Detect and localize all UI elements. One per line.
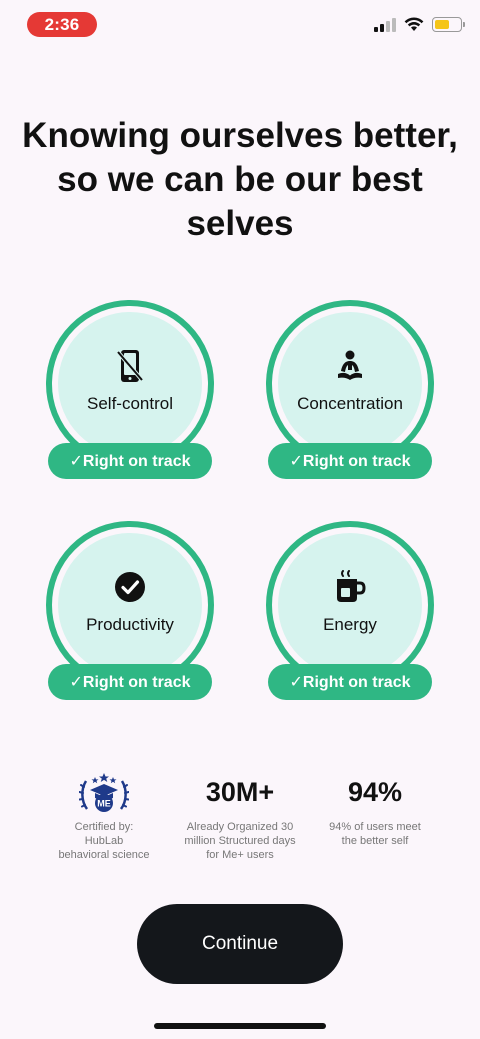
stat-value: 94% <box>347 777 403 807</box>
svg-text:ME: ME <box>97 798 111 808</box>
stat-desc-line: for Me+ users <box>206 849 274 861</box>
stat-value: 30M+ <box>205 777 275 807</box>
card-label: Self-control <box>87 394 173 413</box>
certified-badge-icon: ME <box>34 770 174 814</box>
stat-desc-line: HubLab <box>84 835 124 847</box>
stat-desc: Already Organized 30 million Structured … <box>170 820 310 862</box>
stat-desc-line: the better self <box>341 835 409 847</box>
status-bar: 2:36 <box>0 0 480 48</box>
status-time: 2:36 <box>27 12 97 37</box>
meditation-icon <box>332 348 368 384</box>
card-label: Concentration <box>297 394 403 413</box>
cellular-signal-icon <box>374 17 396 32</box>
continue-button[interactable]: Continue <box>137 904 343 984</box>
stat-certified: ME Certified by: HubLab behavioral scien… <box>34 770 174 862</box>
card-productivity[interactable]: Productivity ✓Right on track <box>46 521 214 711</box>
stat-desc-line: 94% of users meet <box>329 821 421 833</box>
card-label: Energy <box>323 615 377 634</box>
status-badge: ✓Right on track <box>268 664 432 700</box>
wifi-icon <box>404 17 424 31</box>
battery-icon <box>432 17 465 32</box>
card-label: Productivity <box>86 615 174 634</box>
stat-desc-line: Already Organized 30 <box>186 821 294 833</box>
hot-cup-icon <box>332 569 368 605</box>
card-circle: Energy <box>278 533 422 677</box>
card-circle: Concentration <box>278 312 422 456</box>
stat-desc-line: million Structured days <box>184 835 296 847</box>
card-self-control[interactable]: Self-control ✓Right on track <box>46 300 214 490</box>
stat-organized-days: 30M+ Already Organized 30 million Struct… <box>170 770 310 862</box>
stat-desc-line: behavioral science <box>58 849 150 861</box>
page-title: Knowing ourselves better, so we can be o… <box>22 116 458 243</box>
stat-desc: 94% of users meet the better self <box>305 820 445 848</box>
card-circle: Productivity <box>58 533 202 677</box>
status-badge: ✓Right on track <box>48 443 212 479</box>
status-badge: ✓Right on track <box>48 664 212 700</box>
stat-desc: Certified by: HubLab behavioral science <box>34 820 174 862</box>
status-badge: ✓Right on track <box>268 443 432 479</box>
card-circle: Self-control <box>58 312 202 456</box>
card-energy[interactable]: Energy ✓Right on track <box>266 521 434 711</box>
home-indicator[interactable] <box>154 1023 326 1029</box>
phone-off-icon <box>112 348 148 384</box>
stat-desc-line: Certified by: <box>74 821 134 833</box>
check-circle-icon <box>112 569 148 605</box>
battery-level <box>435 20 450 29</box>
card-concentration[interactable]: Concentration ✓Right on track <box>266 300 434 490</box>
stat-users-percent: 94% 94% of users meet the better self <box>305 770 445 848</box>
status-icons <box>374 17 465 32</box>
